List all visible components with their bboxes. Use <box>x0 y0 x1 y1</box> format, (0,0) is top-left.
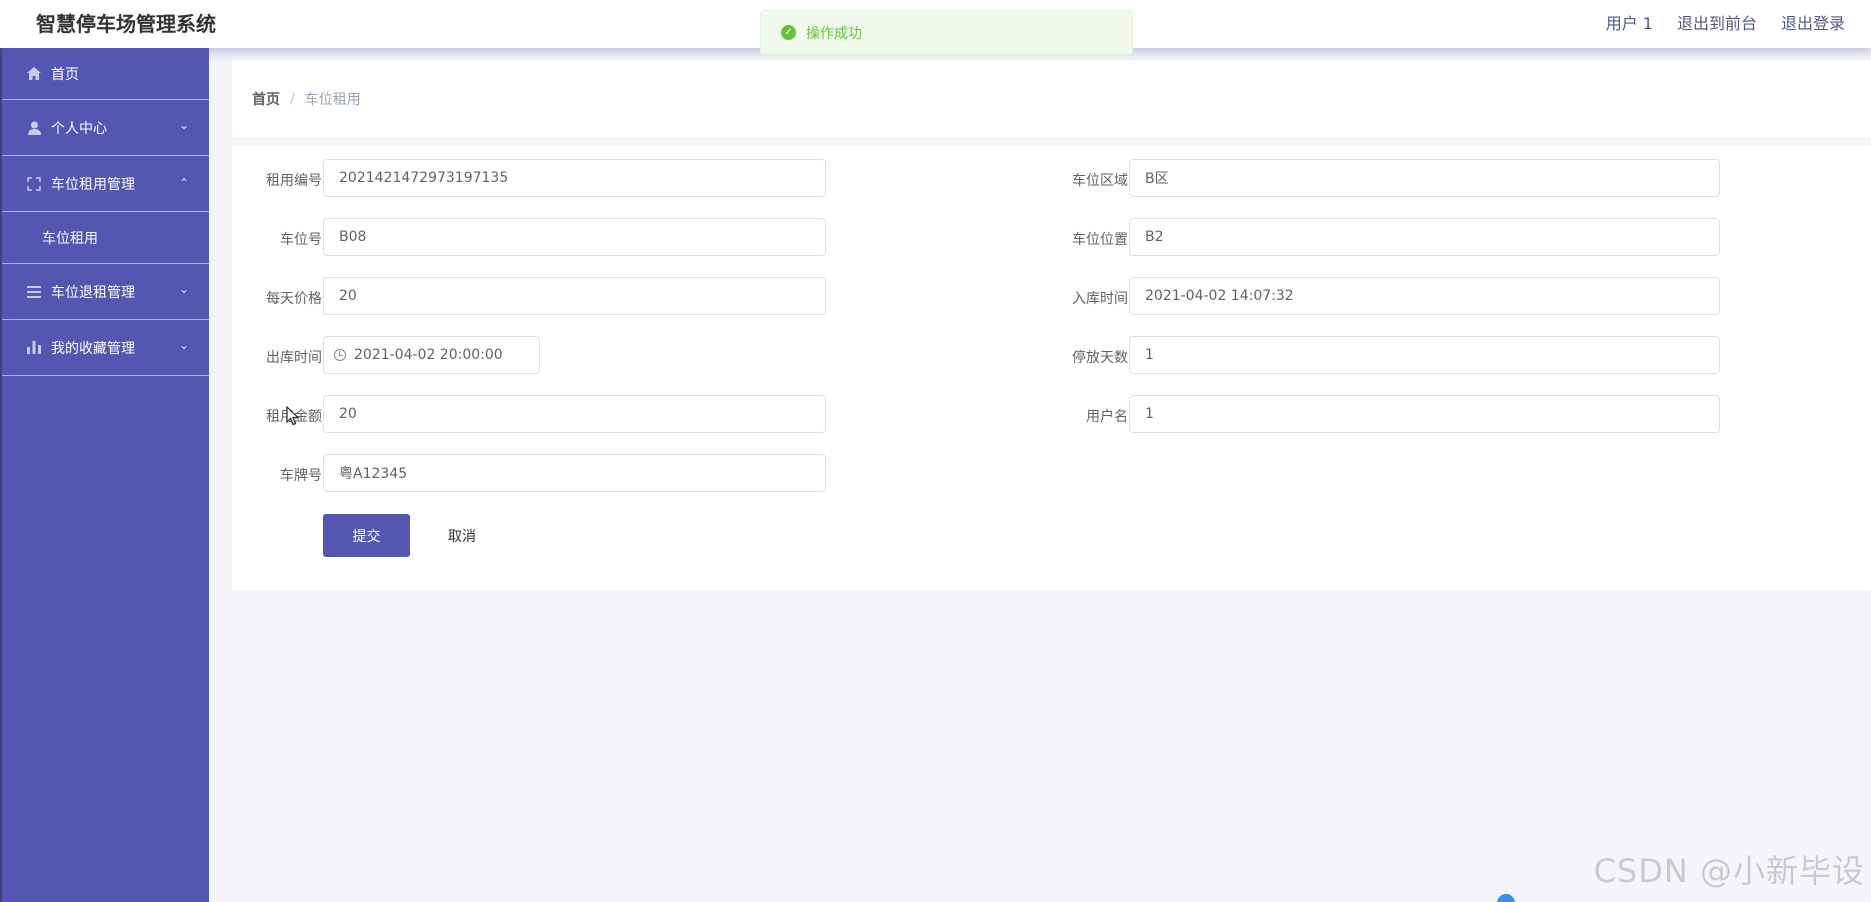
exit-time-label: 出库时间 <box>266 350 322 366</box>
chevron-down-icon: ⌄ <box>178 118 189 132</box>
sidebar-item-return-management[interactable]: 车位退租管理 ⌄ <box>2 264 209 320</box>
home-icon <box>26 66 42 82</box>
success-toast: ✓ 操作成功 <box>760 10 1133 55</box>
rental-no-label: 租用编号 <box>266 173 322 189</box>
app-title: 智慧停车场管理系统 <box>36 12 216 36</box>
amount-field[interactable]: 20 <box>323 395 826 433</box>
days-field[interactable]: 1 <box>1129 336 1720 374</box>
chevron-down-icon: ⌄ <box>178 338 189 352</box>
plate-label: 车牌号 <box>280 468 322 484</box>
user-link[interactable]: 用户 1 <box>1606 10 1653 34</box>
sidebar-subitem-rental[interactable]: 车位租用 <box>2 212 209 264</box>
sidebar-item-label: 个人中心 <box>51 120 107 137</box>
sidebar-item-favorites-management[interactable]: 我的收藏管理 ⌄ <box>2 320 209 376</box>
chevron-up-icon: ⌃ <box>178 176 189 190</box>
sidebar-item-profile[interactable]: 个人中心 ⌄ <box>2 100 209 156</box>
amount-label: 租用金额 <box>232 406 322 426</box>
area-label: 车位区域 <box>1072 173 1128 189</box>
location-label: 车位位置 <box>1072 232 1128 248</box>
list-icon <box>26 284 42 300</box>
spot-no-label: 车位号 <box>280 232 322 248</box>
exit-time-value: 2021-04-02 20:00:00 <box>354 347 503 363</box>
toast-message: 操作成功 <box>806 25 862 42</box>
sidebar-item-label: 我的收藏管理 <box>51 340 135 357</box>
chevron-down-icon: ⌄ <box>178 282 189 296</box>
sidebar-item-rental-management[interactable]: 车位租用管理 ⌃ <box>2 156 209 212</box>
breadcrumb-home[interactable]: 首页 <box>252 89 280 109</box>
days-label: 停放天数 <box>1072 350 1128 366</box>
user-icon <box>26 120 42 136</box>
clock-icon <box>334 349 346 361</box>
location-field[interactable]: B2 <box>1129 218 1720 256</box>
front-link[interactable]: 退出到前台 <box>1677 10 1757 34</box>
spot-no-field[interactable]: B08 <box>323 218 826 256</box>
username-label: 用户名 <box>1086 409 1128 425</box>
sidebar-subitem-label: 车位租用 <box>42 230 98 247</box>
breadcrumb-current: 车位租用 <box>304 91 361 108</box>
check-circle-icon: ✓ <box>781 25 796 40</box>
rental-no-field[interactable]: 2021421472973197135 <box>323 159 826 197</box>
entry-time-label: 入库时间 <box>1072 291 1128 307</box>
logout-link[interactable]: 退出登录 <box>1781 10 1845 34</box>
daily-price-field[interactable]: 20 <box>323 277 826 315</box>
watermark: CSDN @小新毕设 <box>1593 852 1865 890</box>
fullscreen-icon <box>26 176 42 192</box>
floating-dot[interactable] <box>1497 894 1515 902</box>
sidebar-item-label: 车位退租管理 <box>51 284 135 301</box>
rental-form: 租用编号 2021421472973197135 车位区域 B区 车位号 B08… <box>232 146 1871 590</box>
plate-field[interactable]: 粤A12345 <box>323 454 826 492</box>
breadcrumb: 首页 / 车位租用 <box>232 60 1871 137</box>
sidebar-item-home[interactable]: 首页 <box>2 48 209 100</box>
bar-chart-icon <box>26 340 42 356</box>
cancel-button[interactable]: 取消 <box>422 514 502 557</box>
sidebar: 首页 个人中心 ⌄ 车位租用管理 ⌃ 车位租用 车位退租管理 ⌄ 我的收藏管理 … <box>0 48 209 902</box>
entry-time-field[interactable]: 2021-04-02 14:07:32 <box>1129 277 1720 315</box>
top-links: 用户 1 退出到前台 退出登录 <box>1606 10 1845 34</box>
daily-price-label: 每天价格 <box>266 291 322 307</box>
sidebar-item-label: 车位租用管理 <box>51 176 135 193</box>
sidebar-item-label: 首页 <box>51 66 79 83</box>
area-field[interactable]: B区 <box>1129 159 1720 197</box>
mouse-cursor-icon <box>286 406 300 426</box>
breadcrumb-separator: / <box>290 90 295 107</box>
submit-button[interactable]: 提交 <box>323 514 410 557</box>
username-field[interactable]: 1 <box>1129 395 1720 433</box>
exit-time-picker[interactable]: 2021-04-02 20:00:00 <box>323 336 540 374</box>
